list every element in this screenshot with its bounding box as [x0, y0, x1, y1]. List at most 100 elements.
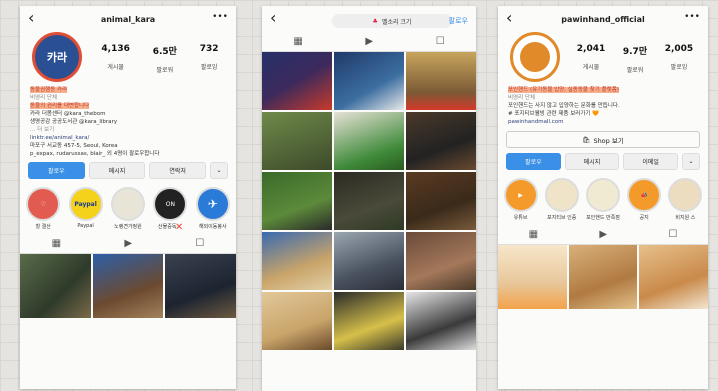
post-thumbnail[interactable] — [20, 254, 91, 318]
chevron-down-icon[interactable]: ⌄ — [682, 153, 701, 170]
feed-screen: ‹ ♣ 벨소리 크기 팔로우 ▦ ▶ ☐ — [262, 6, 476, 391]
reels-icon[interactable]: ▶ — [365, 36, 373, 47]
bio-category: 비영리 단체 — [30, 95, 58, 101]
profile-username: pawinhand_official — [561, 15, 645, 24]
tagged-icon[interactable]: ☐ — [195, 238, 204, 249]
bio-more[interactable]: … 더 보기 — [30, 126, 226, 134]
post-thumbnail[interactable] — [334, 232, 404, 290]
chevron-down-icon[interactable]: ⌄ — [210, 162, 229, 179]
post-thumbnail[interactable] — [262, 232, 332, 290]
highlight[interactable]: 포지티브 인증 — [543, 178, 581, 221]
avatar[interactable] — [510, 32, 560, 82]
post-thumbnail[interactable] — [406, 112, 476, 170]
highlight[interactable]: ON 산물중독❌ — [151, 187, 189, 230]
stat-following[interactable]: 2,005 팔로잉 — [665, 44, 693, 76]
highlight[interactable]: ▶ 유튜브 — [502, 178, 540, 221]
bio-category: 비영리 단체 — [508, 95, 536, 101]
contact-button[interactable]: 연락처 — [149, 162, 207, 179]
post-thumbnail[interactable] — [262, 292, 332, 350]
highlight[interactable]: 노랭견가정원 — [109, 187, 147, 230]
grid-icon[interactable]: ▦ — [529, 229, 538, 240]
post-thumbnail[interactable] — [262, 52, 332, 110]
bio-line: # 포지티브웰빙 관련 제품 보러가기 🧡 — [508, 111, 600, 117]
post-grid — [262, 52, 476, 350]
badge-icon: ON — [153, 187, 188, 221]
dog-drawing-icon — [110, 187, 145, 221]
bio-followed-by[interactable]: p_expax, rudarussas, blair_ 외 4명이 팔로우합니다 — [30, 150, 226, 158]
reels-icon[interactable]: ▶ — [124, 238, 132, 249]
bio-name: 동물권행동 카라 — [30, 87, 68, 93]
follow-button[interactable]: 팔로우 — [28, 162, 85, 179]
highlight[interactable]: ♡ 힐 결산 — [24, 187, 62, 230]
back-icon[interactable]: ‹ — [270, 8, 276, 27]
avatar-logo-text: 카라 — [46, 51, 68, 64]
bio: 동물권행동 카라 비영리 단체 동물의 권리를 대변합니다 카라 더봄센터 @k… — [20, 84, 236, 160]
follow-button[interactable]: 팔로우 — [449, 16, 468, 26]
stat-followers[interactable]: 9.7만 팔로워 — [623, 44, 647, 76]
post-thumbnail[interactable] — [639, 245, 708, 309]
post-thumbnail[interactable] — [498, 245, 567, 309]
post-grid — [498, 245, 708, 309]
highlight[interactable]: 📣 공지 — [625, 178, 663, 221]
survey-icon — [585, 178, 620, 212]
shop-icon: 🛍 — [582, 135, 591, 144]
stat-posts[interactable]: 4,136 게시물 — [101, 44, 129, 76]
bio-line: 동물의 권리를 대변합니다 — [30, 103, 90, 109]
shop-button[interactable]: 🛍 Shop 보기 — [506, 131, 700, 148]
bio-line: 카라 더봄센터 @kara_thebom — [30, 111, 106, 117]
paw-hand-logo-icon — [520, 42, 550, 72]
highlight[interactable]: 포인핸드 만족점 — [584, 178, 622, 221]
bio-link[interactable]: linktr.ee/animal_kara/ — [30, 134, 226, 142]
email-button[interactable]: 이메일 — [623, 153, 679, 170]
post-thumbnail[interactable] — [334, 52, 404, 110]
profile-screen-pawinhand: ‹ pawinhand_official ••• 2,041 게시물 9.7만 팔로… — [498, 6, 708, 389]
tagged-icon[interactable]: ☐ — [668, 229, 677, 240]
post-thumbnail[interactable] — [406, 292, 476, 350]
highlight[interactable]: ✈ 해외이동봉사 — [194, 187, 232, 230]
post-thumbnail[interactable] — [334, 292, 404, 350]
post-thumbnail[interactable] — [262, 112, 332, 170]
grid-icon[interactable]: ▦ — [293, 36, 302, 47]
more-icon[interactable]: ••• — [684, 12, 700, 22]
post-thumbnail[interactable] — [568, 245, 638, 309]
highlight[interactable]: Paypal Paypal — [67, 187, 105, 230]
bio-line: 포인핸드는 사지 않고 입양하는 문화를 만듭니다. — [508, 103, 620, 109]
follow-button[interactable]: 팔로우 — [506, 153, 561, 170]
reels-icon[interactable]: ▶ — [599, 229, 607, 240]
paypal-icon: Paypal — [68, 187, 103, 221]
stat-posts[interactable]: 2,041 게시물 — [577, 44, 605, 76]
post-thumbnail[interactable] — [334, 112, 404, 170]
bio-address[interactable]: 마포구 서교동 457-5, Seoul, Korea — [30, 142, 226, 150]
post-thumbnail[interactable] — [334, 172, 404, 230]
airplane-icon: ✈ — [195, 187, 230, 221]
support-icon — [668, 178, 703, 212]
more-icon[interactable]: ••• — [212, 12, 228, 22]
play-icon: ▶ — [503, 178, 538, 212]
bio-link[interactable]: pawinhandmall.com — [508, 118, 698, 126]
stat-followers[interactable]: 6.5만 팔로워 — [153, 44, 177, 76]
post-thumbnail[interactable] — [406, 52, 476, 110]
tagged-icon[interactable]: ☐ — [436, 36, 445, 47]
profile-username: animal_kara — [100, 15, 156, 24]
heart-icon: ♡ — [26, 187, 61, 221]
highlight[interactable]: 비지원 스 — [666, 178, 704, 221]
bio: 포인핸드 (유기동물 입양, 실종동물 찾기 플랫폼) 비영리 단체 포인핸드는… — [498, 84, 708, 128]
stat-following[interactable]: 732 팔로잉 — [200, 44, 219, 76]
post-thumbnail[interactable] — [165, 254, 236, 318]
post-thumbnail[interactable] — [406, 172, 476, 230]
search-bar[interactable]: ♣ 벨소리 크기 — [332, 14, 452, 28]
megaphone-icon: 📣 — [627, 178, 662, 212]
post-thumbnail[interactable] — [92, 254, 164, 318]
message-button[interactable]: 메시지 — [564, 153, 620, 170]
grid-icon[interactable]: ▦ — [52, 238, 61, 249]
bio-name: 포인핸드 (유기동물 입양, 실종동물 찾기 플랫폼) — [508, 87, 619, 93]
post-thumbnail[interactable] — [406, 232, 476, 290]
message-button[interactable]: 메시지 — [88, 162, 146, 179]
bio-line: 생명공감 공공도서관 @kara_library — [30, 119, 118, 125]
profile-screen-animal-kara: ‹ animal_kara ••• 카라 4,136 게시물 6.5만 팔로워 73… — [20, 6, 236, 389]
post-thumbnail[interactable] — [262, 172, 332, 230]
avatar[interactable]: 카라 — [32, 32, 82, 82]
post-grid — [20, 254, 236, 318]
certificate-icon — [544, 178, 579, 212]
bell-icon: ♣ — [372, 17, 378, 25]
